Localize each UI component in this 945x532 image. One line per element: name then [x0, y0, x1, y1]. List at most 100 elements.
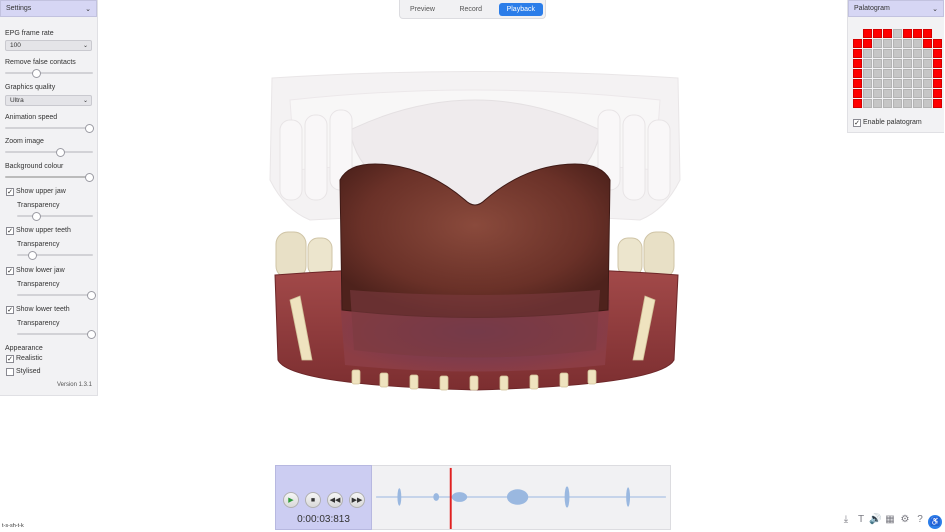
upper-jaw-transparency-label: Transparency: [17, 202, 60, 209]
epg-electrode-cell: [883, 89, 892, 98]
epg-electrode-cell: [913, 49, 922, 58]
epg-frame-rate-value: 100: [10, 42, 21, 49]
animation-speed-slider[interactable]: [5, 124, 94, 133]
epg-electrode-cell: [913, 39, 922, 48]
slider-thumb[interactable]: [84, 124, 94, 133]
epg-electrode-cell: [913, 79, 922, 88]
epg-electrode-cell: [863, 99, 872, 108]
grid-icon[interactable]: ▦: [884, 514, 896, 526]
epg-electrode-cell: [933, 39, 942, 48]
epg-electrode-cell: [883, 39, 892, 48]
phonetic-transcription: t-s-sh-t-k: [2, 523, 24, 529]
upper-teeth-transparency-slider[interactable]: [17, 251, 93, 260]
slider-thumb[interactable]: [84, 173, 94, 182]
slider-thumb[interactable]: [31, 69, 41, 78]
epg-electrode-cell: [893, 99, 902, 108]
epg-electrode-cell: [873, 59, 882, 68]
epg-electrode-cell: [913, 89, 922, 98]
chevron-down-icon[interactable]: ⌄: [85, 5, 91, 13]
play-button[interactable]: ▶: [283, 492, 299, 508]
epg-electrode-cell: [933, 69, 942, 78]
palatogram-title: Palatogram: [854, 5, 890, 12]
accessibility-icon[interactable]: ♿: [928, 515, 942, 529]
epg-electrode-cell: [923, 49, 932, 58]
stop-button[interactable]: ■: [305, 492, 321, 508]
epg-electrode-cell: [873, 29, 882, 38]
epg-electrode-cell: [903, 69, 912, 78]
epg-electrode-cell: [873, 89, 882, 98]
upper-jaw-transparency-slider[interactable]: [17, 212, 93, 221]
volume-icon[interactable]: 🔊: [869, 514, 881, 526]
epg-electrode-cell: [933, 79, 942, 88]
audio-waveform[interactable]: [372, 465, 671, 530]
epg-electrode-cell: [913, 69, 922, 78]
epg-electrode-cell: [913, 29, 922, 38]
show-lower-jaw-checkbox[interactable]: ✓: [6, 267, 14, 275]
settings-icon[interactable]: ⚙: [899, 514, 911, 526]
help-icon[interactable]: ?: [914, 514, 926, 526]
chevron-down-icon[interactable]: ⌄: [932, 5, 938, 13]
epg-electrode-cell: [903, 79, 912, 88]
palatogram-header[interactable]: Palatogram ⌄: [848, 0, 944, 17]
epg-electrode-cell: [903, 49, 912, 58]
epg-electrode-cell: [933, 59, 942, 68]
stylised-checkbox[interactable]: [6, 368, 14, 376]
play-icon: ▶: [288, 497, 294, 504]
export-icon[interactable]: ⤓: [840, 514, 852, 526]
palatogram-panel: Palatogram ⌄ ✓ Enable palatogram: [847, 0, 944, 133]
fast-forward-button[interactable]: ▶▶: [349, 492, 365, 508]
playhead[interactable]: [449, 467, 452, 529]
background-colour-slider[interactable]: [5, 173, 94, 182]
epg-electrode-cell: [873, 49, 882, 58]
lower-jaw-transparency-slider[interactable]: [17, 291, 97, 300]
enable-palatogram-checkbox[interactable]: ✓: [853, 119, 861, 127]
slider-thumb[interactable]: [87, 330, 97, 339]
graphics-quality-select[interactable]: Ultra ⌄: [5, 95, 92, 106]
epg-electrode-cell: [863, 49, 872, 58]
slider-thumb[interactable]: [32, 212, 41, 221]
epg-electrode-cell: [873, 79, 882, 88]
zoom-image-slider[interactable]: [5, 148, 93, 157]
upper-jaw-model: [269, 71, 681, 221]
epg-electrode-cell: [923, 79, 932, 88]
epg-electrode-cell: [873, 99, 882, 108]
rewind-button[interactable]: ◀◀: [327, 492, 343, 508]
show-lower-teeth-checkbox[interactable]: ✓: [6, 306, 14, 314]
realistic-checkbox[interactable]: ✓: [6, 355, 14, 363]
epg-electrode-cell: [853, 89, 862, 98]
show-upper-teeth-label: Show upper teeth: [16, 227, 71, 234]
tab-record[interactable]: Record: [451, 3, 490, 16]
mouth-3d-viewport[interactable]: [260, 60, 690, 400]
rewind-icon: ◀◀: [329, 497, 341, 504]
slider-thumb[interactable]: [87, 291, 97, 300]
tab-preview[interactable]: Preview: [402, 3, 443, 16]
epg-electrode-cell: [853, 39, 862, 48]
epg-electrode-cell: [903, 89, 912, 98]
stop-icon: ■: [310, 496, 316, 504]
slider-thumb[interactable]: [55, 148, 65, 157]
text-icon[interactable]: T: [855, 514, 867, 526]
epg-electrode-cell: [883, 59, 892, 68]
tab-playback[interactable]: Playback: [498, 2, 543, 16]
lower-teeth-transparency-slider[interactable]: [17, 330, 97, 339]
slider-thumb[interactable]: [28, 251, 38, 260]
show-lower-jaw-label: Show lower jaw: [16, 267, 65, 274]
epg-frame-rate-select[interactable]: 100 ⌄: [5, 40, 92, 51]
fast-forward-icon: ▶▶: [351, 497, 363, 504]
epg-electrode-cell: [913, 99, 922, 108]
epg-electrode-cell: [933, 49, 942, 58]
chevron-down-icon: ⌄: [82, 43, 88, 49]
epg-electrode-cell: [863, 59, 872, 68]
show-upper-teeth-checkbox[interactable]: ✓: [6, 227, 14, 235]
epg-electrode-cell: [933, 99, 942, 108]
epg-electrode-cell: [893, 29, 902, 38]
settings-header[interactable]: Settings ⌄: [0, 0, 97, 17]
epg-electrode-cell: [883, 29, 892, 38]
version-label: Version 1.3.1: [56, 382, 92, 388]
enable-palatogram-label: Enable palatogram: [863, 119, 922, 126]
remove-false-contacts-slider[interactable]: [5, 69, 93, 78]
epg-electrode-cell: [923, 99, 932, 108]
show-upper-jaw-checkbox[interactable]: ✓: [6, 188, 14, 196]
view-mode-tabs: Preview Record Playback: [399, 0, 546, 19]
epg-electrode-cell: [883, 79, 892, 88]
